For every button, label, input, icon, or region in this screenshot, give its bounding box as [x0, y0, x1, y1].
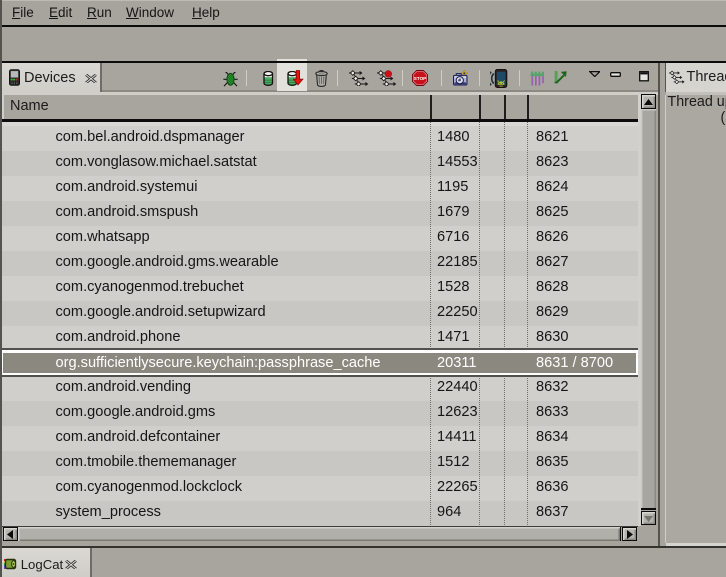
svg-text:STOP: STOP	[413, 76, 425, 81]
